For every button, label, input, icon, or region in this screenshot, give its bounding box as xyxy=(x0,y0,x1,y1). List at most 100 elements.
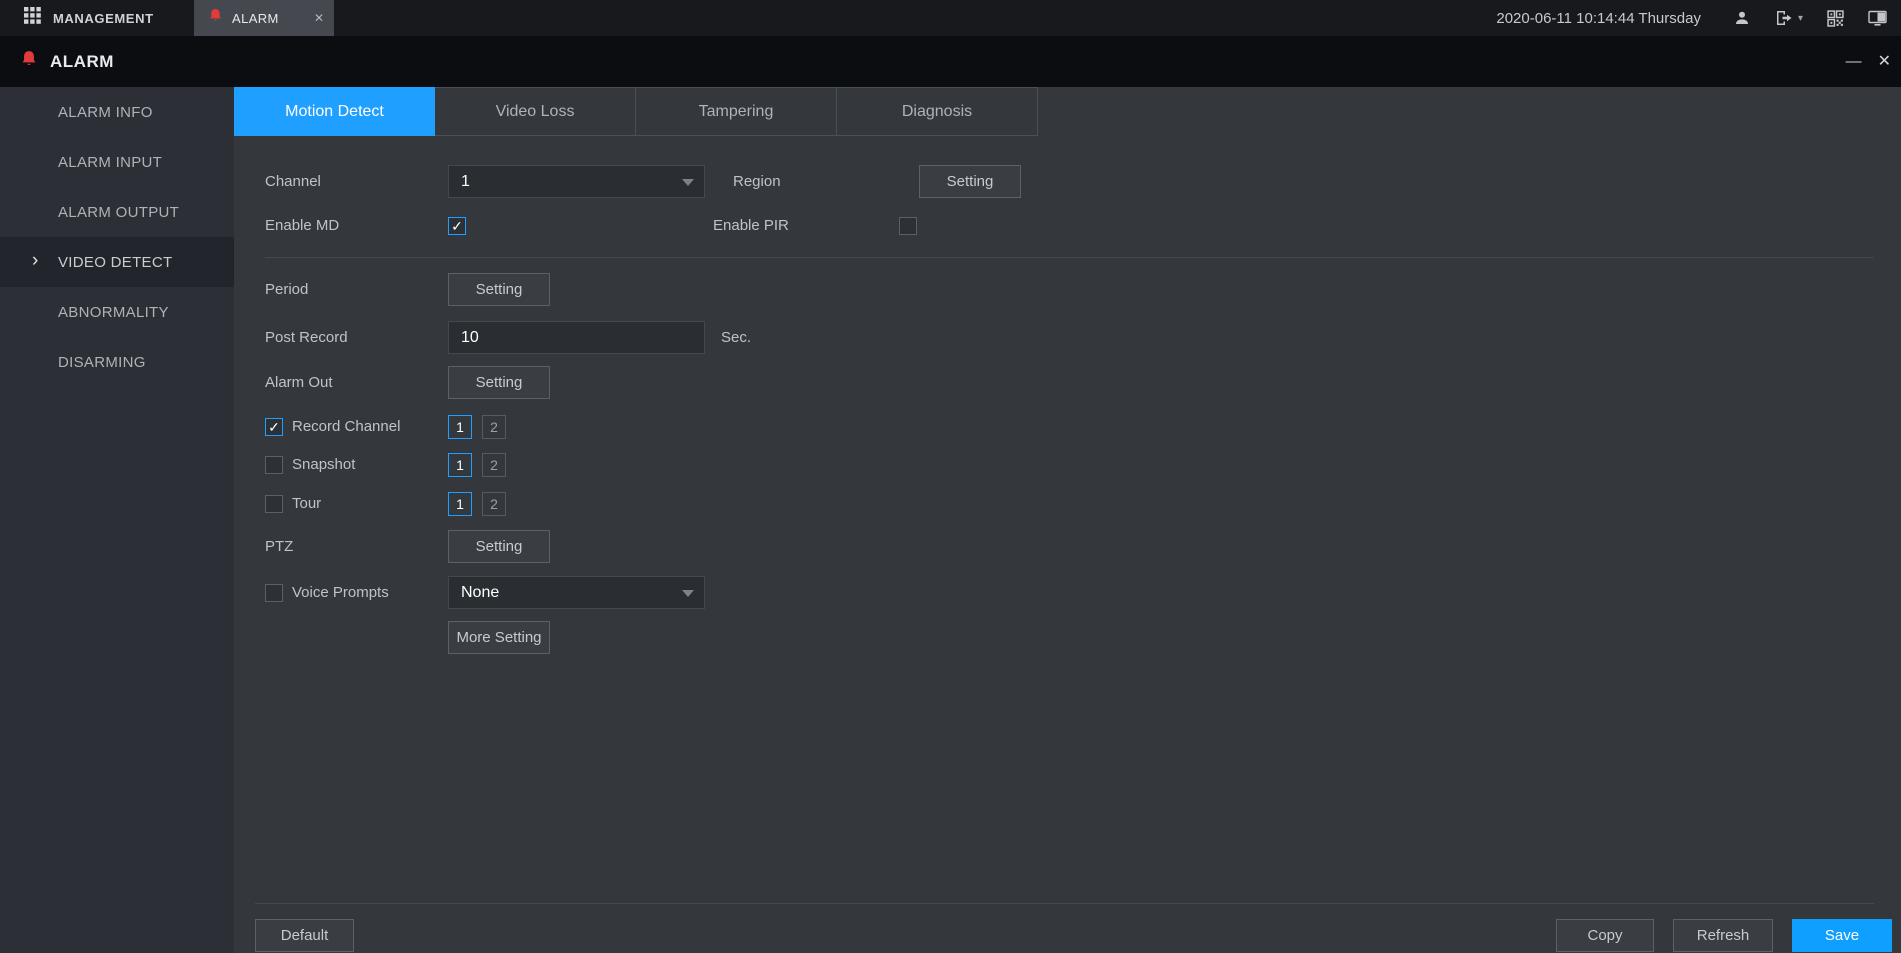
window-controls: — ✕ xyxy=(1846,36,1891,87)
sidebar-item-label: ALARM INFO xyxy=(58,103,153,121)
active-item-arrow-icon: › xyxy=(32,250,39,272)
window-title: ALARM xyxy=(50,51,114,71)
minimize-icon[interactable]: — xyxy=(1846,53,1862,70)
voice-prompts-checkbox[interactable]: ✓ xyxy=(265,583,283,602)
alarm-out-row: Alarm Out Setting xyxy=(265,366,550,399)
alarm-tab-label: ALARM xyxy=(232,10,279,26)
tab-motion-detect[interactable]: Motion Detect xyxy=(234,87,435,136)
sidebar-item-label: ABNORMALITY xyxy=(58,303,169,321)
divider xyxy=(255,903,1874,904)
button-label: Setting xyxy=(946,173,994,190)
chevron-down-icon xyxy=(682,178,694,186)
record-channel-checkbox[interactable]: ✓ xyxy=(265,417,283,436)
tour-1-button[interactable]: 1 xyxy=(448,491,472,516)
alarm-bell-icon xyxy=(208,8,223,28)
tour-row: ✓ Tour 1 2 xyxy=(265,487,516,520)
tab-label: Diagnosis xyxy=(901,102,973,120)
region-label: Region xyxy=(733,173,781,190)
management-label: MANAGEMENT xyxy=(53,10,154,26)
tab-diagnosis[interactable]: Diagnosis xyxy=(837,87,1038,136)
sidebar-item-label: ALARM INPUT xyxy=(58,153,163,171)
button-label: Setting xyxy=(475,374,523,391)
main-content: Motion Detect Video Loss Tampering Diagn… xyxy=(234,87,1901,953)
channel-select[interactable]: 1 xyxy=(448,165,705,198)
tour-checkbox[interactable]: ✓ xyxy=(265,494,283,513)
voice-prompts-value: None xyxy=(461,583,500,601)
tour-2-button[interactable]: 2 xyxy=(482,491,506,516)
button-label: Refresh xyxy=(1696,927,1750,944)
tab-label: Motion Detect xyxy=(285,102,384,120)
display-switch-icon[interactable] xyxy=(1868,10,1887,27)
sidebar-item-alarm-input[interactable]: ALARM INPUT xyxy=(0,137,234,187)
snapshot-1-button[interactable]: 1 xyxy=(448,452,472,477)
tab-label: Video Loss xyxy=(495,102,575,120)
ptz-row: PTZ Setting xyxy=(265,530,550,563)
enable-pir-label: Enable PIR xyxy=(713,217,789,234)
window-title-group: ALARM xyxy=(20,36,114,87)
enable-md-checkbox[interactable]: ✓ xyxy=(448,216,466,235)
voice-prompts-row: ✓ Voice Prompts None xyxy=(265,576,705,609)
more-setting-button[interactable]: More Setting xyxy=(448,621,550,654)
sidebar-item-abnormality[interactable]: ABNORMALITY xyxy=(0,287,234,337)
qr-code-icon[interactable] xyxy=(1827,9,1844,27)
ptz-setting-button[interactable]: Setting xyxy=(448,530,550,563)
button-label: Setting xyxy=(475,538,523,555)
snapshot-2-button[interactable]: 2 xyxy=(482,452,506,477)
check-icon: ✓ xyxy=(451,217,463,234)
period-setting-button[interactable]: Setting xyxy=(448,273,550,306)
channel-select-value: 1 xyxy=(461,172,470,190)
enable-row: Enable MD ✓ Enable PIR ✓ xyxy=(265,209,917,242)
tab-close-icon[interactable]: ✕ xyxy=(314,11,324,25)
copy-button[interactable]: Copy xyxy=(1556,919,1654,952)
chevron-down-icon xyxy=(682,589,694,597)
sidebar-item-alarm-output[interactable]: ALARM OUTPUT xyxy=(0,187,234,237)
enable-pir-checkbox[interactable]: ✓ xyxy=(899,216,917,235)
voice-prompts-label: Voice Prompts xyxy=(292,584,389,601)
record-channel-1-button[interactable]: 1 xyxy=(448,414,472,439)
button-label: Default xyxy=(280,927,329,944)
snapshot-row: ✓ Snapshot 1 2 xyxy=(265,448,516,481)
logout-caret-icon: ▾ xyxy=(1797,12,1803,24)
tab-label: Tampering xyxy=(698,102,774,120)
close-icon[interactable]: ✕ xyxy=(1878,53,1891,70)
post-record-input[interactable] xyxy=(448,321,705,354)
alarm-out-label: Alarm Out xyxy=(265,374,333,391)
refresh-button[interactable]: Refresh xyxy=(1673,919,1773,952)
button-label: Copy xyxy=(1587,927,1623,944)
detect-tabs: Motion Detect Video Loss Tampering Diagn… xyxy=(234,87,1038,136)
region-setting-button[interactable]: Setting xyxy=(919,165,1021,198)
snapshot-label: Snapshot xyxy=(292,456,356,473)
post-record-label: Post Record xyxy=(265,329,348,346)
alarm-window-tab[interactable]: ALARM ✕ xyxy=(194,0,334,36)
user-account-icon[interactable] xyxy=(1733,9,1751,27)
save-button[interactable]: Save xyxy=(1792,919,1892,952)
record-channel-label: Record Channel xyxy=(292,418,401,435)
tab-tampering[interactable]: Tampering xyxy=(636,87,837,136)
default-button[interactable]: Default xyxy=(255,919,354,952)
divider xyxy=(265,257,1874,258)
sidebar-item-video-detect[interactable]: › VIDEO DETECT xyxy=(0,237,234,287)
more-setting-row: More Setting xyxy=(265,621,550,654)
sidebar-item-label: VIDEO DETECT xyxy=(58,253,173,271)
window-title-bar: ALARM — ✕ xyxy=(0,36,1901,87)
system-datetime: 2020-06-11 10:14:44 Thursday xyxy=(1496,9,1701,27)
voice-prompts-select[interactable]: None xyxy=(448,576,705,609)
logout-icon[interactable]: ▾ xyxy=(1775,10,1803,26)
sidebar-item-disarming[interactable]: DISARMING xyxy=(0,337,234,387)
record-channel-2-button[interactable]: 2 xyxy=(482,414,506,439)
snapshot-checkbox[interactable]: ✓ xyxy=(265,455,283,474)
channel-region-row: Channel 1 Region Setting xyxy=(265,165,1021,198)
button-label: Setting xyxy=(475,281,523,298)
tour-label: Tour xyxy=(292,495,322,512)
button-label: Save xyxy=(1824,927,1860,944)
post-record-unit: Sec. xyxy=(721,329,752,346)
alarm-out-setting-button[interactable]: Setting xyxy=(448,366,550,399)
sidebar-item-label: DISARMING xyxy=(58,353,146,371)
period-label: Period xyxy=(265,281,309,298)
tab-video-loss[interactable]: Video Loss xyxy=(435,87,636,136)
management-menu[interactable]: MANAGEMENT xyxy=(24,0,154,36)
channel-label: Channel xyxy=(265,173,321,190)
record-channel-row: ✓ Record Channel 1 2 xyxy=(265,410,516,443)
sidebar-item-alarm-info[interactable]: ALARM INFO xyxy=(0,87,234,137)
top-bar-right: 2020-06-11 10:14:44 Thursday ▾ xyxy=(1496,0,1887,36)
